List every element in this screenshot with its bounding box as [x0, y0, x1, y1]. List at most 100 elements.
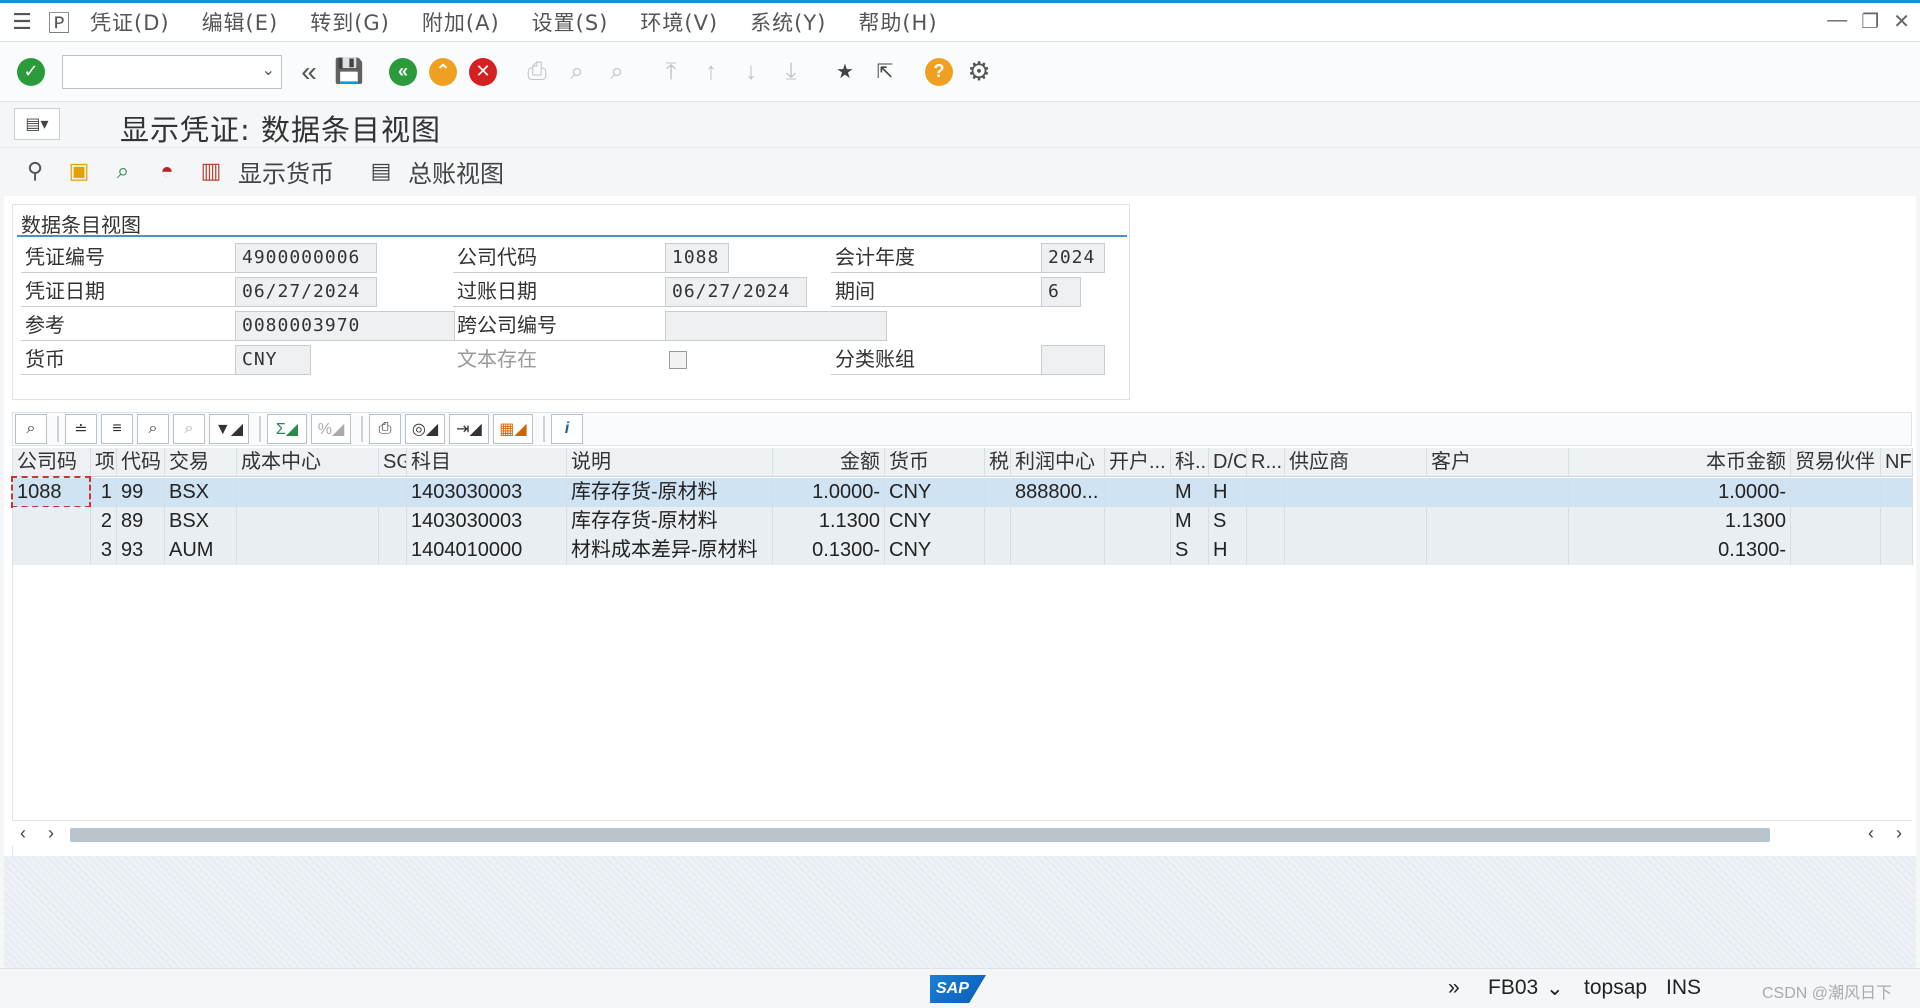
cell-amount[interactable]: 0.1300-	[773, 536, 885, 565]
col-tax[interactable]: 税	[985, 448, 1011, 477]
exit-button[interactable]: ⌃	[426, 55, 460, 89]
col-description[interactable]: 说明	[567, 448, 773, 477]
status-expand-icon[interactable]: »	[1448, 976, 1460, 1000]
cell-account-type[interactable]: M	[1171, 507, 1209, 536]
display-currency-button[interactable]: 显示货币	[238, 154, 334, 189]
cell-customer[interactable]	[1427, 507, 1569, 536]
ledger-view-icon[interactable]: ▤	[364, 154, 398, 188]
table-row[interactable]: 3 93 AUM 1404010000 材料成本差异-原材料 0.1300- C…	[13, 536, 1913, 565]
menu-environment[interactable]: 环境(V)	[624, 7, 734, 37]
hat-icon[interactable]: ◓	[150, 154, 184, 188]
cell-vendor[interactable]	[1285, 536, 1427, 565]
col-posting-key[interactable]: 代码	[117, 448, 165, 477]
col-profit-center[interactable]: 利润中心	[1011, 448, 1105, 477]
system-menu-icon[interactable]: ☰	[0, 3, 44, 41]
command-field[interactable]: ⌄	[62, 54, 282, 89]
scroll-left-icon[interactable]: ›	[48, 823, 54, 844]
table-row[interactable]: 2 89 BSX 1403030003 库存存货-原材料 1.1300 CNY …	[13, 507, 1913, 536]
company-code-field[interactable]: 1088	[665, 243, 729, 273]
scroll-right-icon[interactable]: ‹	[1868, 823, 1874, 844]
print-preview-icon[interactable]: ⎙	[369, 414, 401, 444]
cell-account-type[interactable]: S	[1171, 536, 1209, 565]
cell-item[interactable]: 2	[91, 507, 117, 536]
cell-nf[interactable]	[1881, 507, 1913, 536]
cell-trading-partner[interactable]	[1791, 536, 1881, 565]
details-icon[interactable]: ⌕	[15, 414, 47, 444]
ledger-group-field[interactable]	[1041, 345, 1105, 375]
cell-posting-key[interactable]: 93	[117, 536, 165, 565]
chevron-down-icon[interactable]: ⌄	[1546, 976, 1564, 1001]
col-item[interactable]: 项	[91, 448, 117, 477]
menu-goto[interactable]: 转到(G)	[294, 7, 406, 37]
cell-posting-key[interactable]: 99	[117, 478, 165, 507]
chevron-down-icon[interactable]: ⌄	[262, 60, 275, 80]
cell-account-type[interactable]: M	[1171, 478, 1209, 507]
col-r[interactable]: R...	[1247, 448, 1285, 477]
col-customer[interactable]: 客户	[1427, 448, 1569, 477]
insert-mode[interactable]: INS	[1666, 976, 1701, 1000]
search-document-icon[interactable]: ⌕	[106, 154, 140, 188]
col-vendor[interactable]: 供应商	[1285, 448, 1427, 477]
cell-nf[interactable]	[1881, 536, 1913, 565]
cell-r[interactable]	[1247, 507, 1285, 536]
text-exists-checkbox[interactable]	[669, 351, 687, 369]
cell-nf[interactable]	[1881, 478, 1913, 507]
cell-account[interactable]: 1403030003	[407, 478, 567, 507]
sum-icon[interactable]: Σ◢	[267, 414, 307, 444]
cell-vendor[interactable]	[1285, 507, 1427, 536]
cell-company-code[interactable]: 1088	[13, 478, 91, 507]
restore-icon[interactable]: ❐	[1861, 9, 1879, 34]
scroll-right-far-icon[interactable]: ›	[1896, 823, 1902, 844]
transaction-code[interactable]: FB03	[1488, 976, 1538, 1000]
cell-account[interactable]: 1404010000	[407, 536, 567, 565]
col-nf[interactable]: NF	[1881, 448, 1913, 477]
cell-trading-partner[interactable]	[1791, 478, 1881, 507]
posting-date-field[interactable]: 06/27/2024	[665, 277, 807, 307]
cell-debit-credit[interactable]: S	[1209, 507, 1247, 536]
info-icon[interactable]: i	[551, 414, 583, 444]
cell-currency[interactable]: CNY	[885, 478, 985, 507]
sort-descending-icon[interactable]: ≡	[101, 414, 133, 444]
cell-bank[interactable]	[1105, 536, 1171, 565]
menu-help[interactable]: 帮助(H)	[842, 7, 953, 37]
close-icon[interactable]: ✕	[1893, 9, 1910, 34]
period-field[interactable]: 6	[1041, 277, 1081, 307]
cell-description[interactable]: 库存存货-原材料	[567, 478, 773, 507]
horizontal-scrollbar[interactable]: ‹ › ‹ ›	[12, 820, 1912, 846]
cell-customer[interactable]	[1427, 478, 1569, 507]
cell-description[interactable]: 库存存货-原材料	[567, 507, 773, 536]
doc-no-field[interactable]: 4900000006	[235, 243, 377, 273]
find-next-binoculars-icon[interactable]: ⌕	[173, 414, 205, 444]
cell-posting-key[interactable]: 89	[117, 507, 165, 536]
cell-profit-center[interactable]	[1011, 507, 1105, 536]
cell-sg[interactable]	[379, 507, 407, 536]
menu-document[interactable]: 凭证(D)	[74, 7, 186, 37]
cell-description[interactable]: 材料成本差异-原材料	[567, 536, 773, 565]
menu-extras[interactable]: 附加(A)	[406, 7, 516, 37]
cell-amount[interactable]: 1.1300	[773, 507, 885, 536]
currency-field[interactable]: CNY	[235, 345, 311, 375]
menu-settings[interactable]: 设置(S)	[516, 7, 625, 37]
col-account[interactable]: 科目	[407, 448, 567, 477]
new-session-button[interactable]: ★	[828, 55, 862, 89]
display-change-icon[interactable]: ⚲	[18, 154, 52, 188]
cell-currency[interactable]: CNY	[885, 507, 985, 536]
cell-debit-credit[interactable]: H	[1209, 536, 1247, 565]
cell-transaction[interactable]: BSX	[165, 478, 237, 507]
cell-item[interactable]: 1	[91, 478, 117, 507]
minimize-icon[interactable]: —	[1827, 9, 1847, 34]
currency-icon[interactable]: ▥	[194, 154, 228, 188]
col-cost-center[interactable]: 成本中心	[237, 448, 379, 477]
cell-cost-center[interactable]	[237, 536, 379, 565]
help-button[interactable]: ?	[922, 55, 956, 89]
subtotal-icon[interactable]: %◢	[311, 414, 351, 444]
fiscal-year-field[interactable]: 2024	[1041, 243, 1105, 273]
customize-layout-button[interactable]: ⚙	[962, 55, 996, 89]
find-binoculars-icon[interactable]: ⌕	[137, 414, 169, 444]
cell-account[interactable]: 1403030003	[407, 507, 567, 536]
col-currency[interactable]: 货币	[885, 448, 985, 477]
cell-sg[interactable]	[379, 536, 407, 565]
col-debit-credit[interactable]: D/C	[1209, 448, 1247, 477]
views-icon[interactable]: ◎◢	[405, 414, 445, 444]
enter-button[interactable]: ✓	[14, 55, 48, 89]
